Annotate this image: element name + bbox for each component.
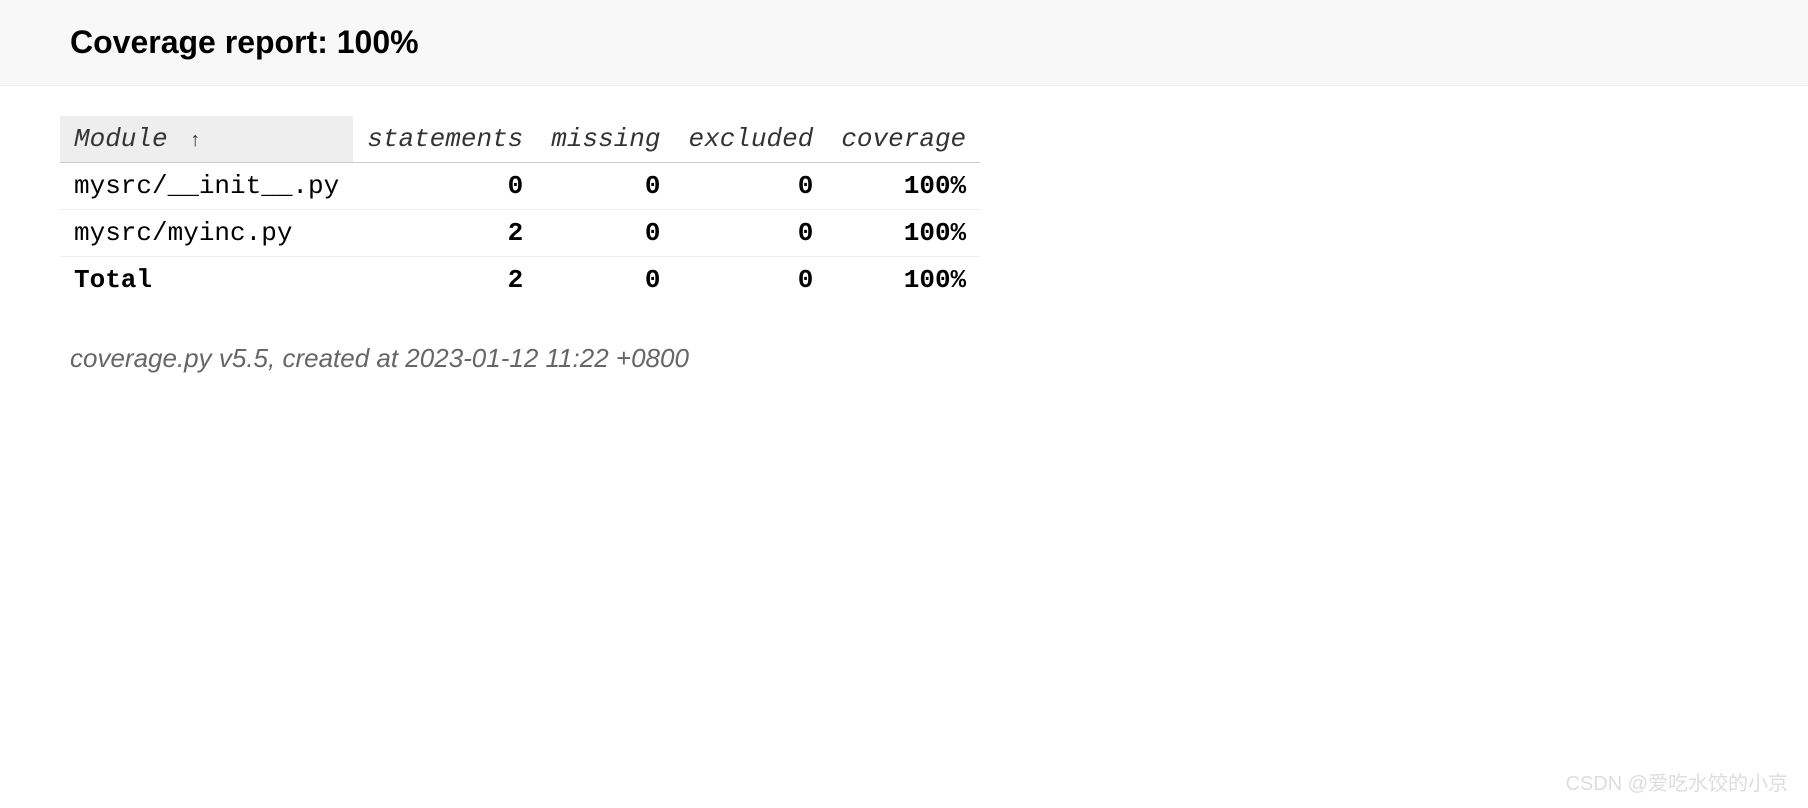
cell-statements: 0 (353, 163, 537, 210)
page-title: Coverage report: 100% (70, 24, 1738, 61)
cell-missing: 0 (537, 163, 674, 210)
footer-text: coverage.py v5.5, created at 2023-01-12 … (60, 343, 1748, 374)
title-value: 100% (337, 24, 419, 60)
cell-total-statements: 2 (353, 257, 537, 304)
table-header-row: Module ↑ statements missing excluded cov… (60, 116, 980, 163)
table-total-row: Total 2 0 0 100% (60, 257, 980, 304)
page-header: Coverage report: 100% (0, 0, 1808, 86)
cell-module[interactable]: mysrc/myinc.py (60, 210, 353, 257)
cell-total-coverage: 100% (827, 257, 980, 304)
coverage-table: Module ↑ statements missing excluded cov… (60, 116, 980, 303)
cell-statements: 2 (353, 210, 537, 257)
cell-total-label: Total (60, 257, 353, 304)
column-header-missing[interactable]: missing (537, 116, 674, 163)
watermark: CSDN @爱吃水饺的小京 (1565, 767, 1788, 796)
sort-arrow-icon: ↑ (189, 130, 201, 153)
column-header-module-label: Module (74, 124, 168, 154)
cell-excluded: 0 (675, 210, 828, 257)
column-header-statements[interactable]: statements (353, 116, 537, 163)
table-row: mysrc/myinc.py 2 0 0 100% (60, 210, 980, 257)
cell-total-missing: 0 (537, 257, 674, 304)
cell-coverage: 100% (827, 210, 980, 257)
title-prefix: Coverage report: (70, 24, 337, 60)
cell-total-excluded: 0 (675, 257, 828, 304)
cell-coverage: 100% (827, 163, 980, 210)
table-row: mysrc/__init__.py 0 0 0 100% (60, 163, 980, 210)
cell-module[interactable]: mysrc/__init__.py (60, 163, 353, 210)
column-header-module[interactable]: Module ↑ (60, 116, 353, 163)
cell-missing: 0 (537, 210, 674, 257)
column-header-excluded[interactable]: excluded (675, 116, 828, 163)
cell-excluded: 0 (675, 163, 828, 210)
content-area: Module ↑ statements missing excluded cov… (0, 86, 1808, 404)
column-header-coverage[interactable]: coverage (827, 116, 980, 163)
